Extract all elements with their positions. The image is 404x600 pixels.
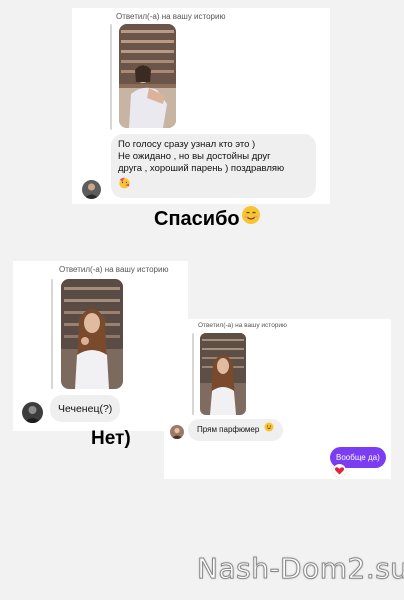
story-thumbnail[interactable]: [200, 333, 246, 415]
reply-label: Ответил(-а) на вашу историю: [116, 12, 226, 21]
story-photo: [119, 24, 176, 128]
story-photo: [200, 333, 246, 415]
reply-label: Ответил(-а) на вашу историю: [198, 322, 287, 329]
received-message-bubble[interactable]: Прям парфюмер: [188, 419, 283, 441]
quote-bar: [110, 24, 112, 130]
quote-bar: [51, 279, 53, 389]
party-face-emoji-icon: [118, 176, 131, 193]
story-reply-card-1: Ответил(-а) на вашу историю По голосу ср…: [72, 8, 330, 204]
received-message-bubble[interactable]: По голосу сразу узнал кто это ) Не ожида…: [111, 134, 316, 198]
message-text: Прям парфюмер: [197, 425, 260, 435]
reply-label: Ответил(-а) на вашу историю: [59, 265, 169, 274]
sender-avatar[interactable]: [22, 402, 43, 423]
grinning-face-emoji-icon: [264, 422, 274, 436]
smiling-face-emoji-icon: [241, 205, 261, 231]
sender-avatar[interactable]: [82, 180, 101, 199]
message-line: Не ожидано , но вы достойны друг: [118, 151, 271, 162]
caption-thanks: Спасибо: [154, 205, 261, 231]
quote-bar: [192, 333, 194, 415]
story-thumbnail[interactable]: [119, 24, 176, 128]
story-photo: [61, 279, 123, 389]
watermark: Nash-Dom2.su: [197, 552, 404, 586]
sender-avatar[interactable]: [170, 425, 184, 439]
received-message-bubble[interactable]: Чеченец(?): [50, 395, 120, 422]
reaction-badge[interactable]: [333, 464, 346, 477]
story-thumbnail[interactable]: [61, 279, 123, 389]
message-line: По голосу сразу узнал кто это ): [118, 139, 256, 150]
caption-no: Нет): [91, 428, 131, 449]
story-reply-card-3: Ответил(-а) на вашу историю Прям парфюме…: [164, 319, 391, 479]
heart-icon: [334, 467, 345, 475]
story-reply-card-2: Ответил(-а) на вашу историю Чеченец(?): [13, 261, 188, 431]
caption-text: Спасибо: [154, 208, 240, 230]
message-line: друга , хороший парень ) поздравляю: [118, 163, 285, 174]
